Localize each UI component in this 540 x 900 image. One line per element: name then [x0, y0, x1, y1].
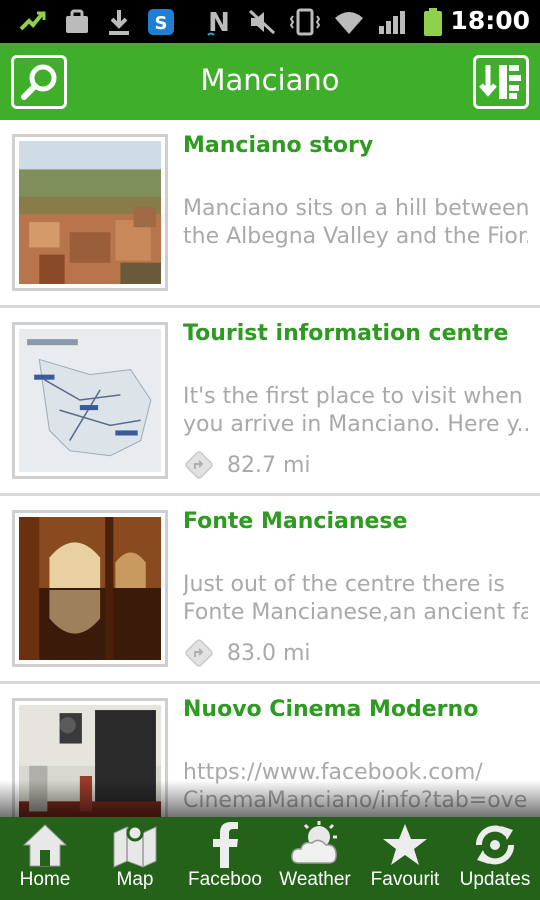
list-item[interactable]: Nuovo Cinema Moderno https://www.faceboo…	[0, 684, 540, 817]
signal-icon	[376, 7, 408, 37]
wifi-icon	[332, 7, 366, 37]
nav-updates[interactable]: Updates	[450, 817, 540, 900]
refresh-icon	[475, 825, 515, 865]
wifi-toggle-icon	[16, 7, 48, 37]
item-description: Just out of the centre there is Fonte Ma…	[183, 572, 528, 625]
star-icon	[383, 824, 427, 865]
thumbnail	[12, 134, 168, 291]
page-title: Manciano	[200, 63, 340, 97]
list-item[interactable]: Fonte Mancianese Just out of the centre …	[0, 496, 540, 684]
nav-map[interactable]: Map	[90, 817, 180, 900]
home-icon	[22, 824, 68, 867]
bottom-nav: Home Map Faceboo Weather Favourit Update…	[0, 817, 540, 900]
nav-home[interactable]: Home	[0, 817, 90, 900]
download-icon	[104, 7, 134, 37]
map-icon	[113, 824, 157, 868]
nav-weather[interactable]: Weather	[270, 817, 360, 900]
header-bar: Manciano	[0, 43, 540, 120]
clock: 18:00	[450, 6, 530, 35]
directions-icon	[185, 451, 213, 479]
nfc-icon: N	[204, 7, 234, 37]
thumbnail	[12, 322, 168, 479]
directions-icon	[185, 639, 213, 667]
search-icon	[21, 64, 57, 100]
mute-icon	[246, 7, 278, 37]
weather-icon	[291, 821, 337, 864]
sort-button[interactable]	[473, 55, 529, 109]
vibrate-icon	[288, 7, 322, 37]
battery-icon	[420, 7, 446, 37]
fountain-photo	[19, 517, 161, 660]
landscape-photo	[19, 141, 161, 284]
distance-value: 82.7 mi	[227, 452, 311, 478]
item-title: Tourist information centre	[183, 321, 509, 346]
item-title: Manciano story	[183, 133, 374, 158]
distance: 83.0 mi	[183, 636, 311, 670]
bag-icon	[62, 7, 92, 37]
item-description: Manciano sits on a hill between the Albe…	[183, 196, 528, 249]
cinema-photo	[19, 705, 161, 817]
list-item[interactable]: Tourist information centre It's the firs…	[0, 308, 540, 496]
nav-facebook[interactable]: Faceboo	[180, 817, 270, 900]
poi-list: Manciano story Manciano sits on a hill b…	[0, 120, 540, 817]
distance: 82.7 mi	[183, 448, 311, 482]
status-bar: S N 18:00	[0, 0, 540, 43]
distance-value: 83.0 mi	[227, 640, 311, 666]
sort-icon	[479, 65, 521, 99]
map-photo	[19, 329, 161, 472]
svg-text:S: S	[155, 13, 168, 34]
item-title: Nuovo Cinema Moderno	[183, 697, 479, 722]
thumbnail	[12, 698, 168, 817]
item-title: Fonte Mancianese	[183, 509, 408, 534]
nav-favourites[interactable]: Favourit	[360, 817, 450, 900]
item-description: https://www.facebook.com/ CinemaManciano…	[183, 760, 528, 813]
facebook-icon	[213, 822, 238, 868]
skype-icon: S	[146, 7, 176, 37]
search-button[interactable]	[11, 55, 67, 109]
item-description: It's the first place to visit when you a…	[183, 384, 528, 437]
list-item[interactable]: Manciano story Manciano sits on a hill b…	[0, 120, 540, 308]
thumbnail	[12, 510, 168, 667]
